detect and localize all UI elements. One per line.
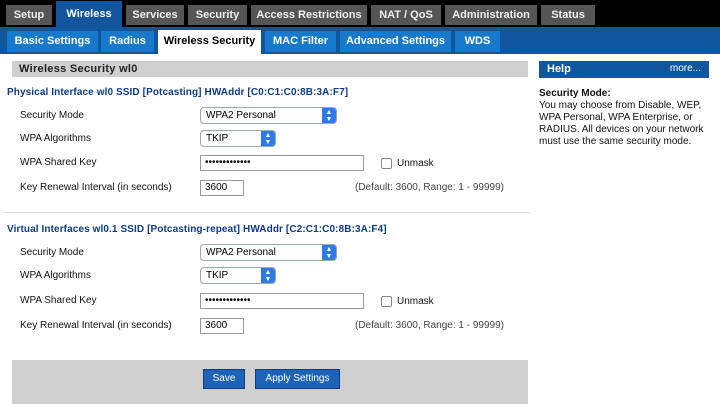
tab-status[interactable]: Status bbox=[541, 5, 595, 25]
wpa-algorithms-value: TKIP bbox=[206, 133, 229, 144]
virtual-interface-title: Virtual Interfaces wl0.1 SSID [Potcastin… bbox=[7, 224, 387, 235]
tab-nat-qos[interactable]: NAT / QoS bbox=[371, 5, 441, 25]
key-renewal-label: Key Renewal Interval (in seconds) bbox=[20, 182, 172, 193]
button-bar: Save Apply Settings bbox=[12, 360, 528, 404]
key-renewal-hint: (Default: 3600, Range: 1 - 99999) bbox=[355, 320, 504, 331]
security-mode-label: Security Mode bbox=[20, 110, 84, 121]
top-nav: Setup Wireless Services Security Access … bbox=[0, 0, 720, 27]
key-renewal-input[interactable]: 3600 bbox=[200, 318, 244, 334]
subtab-radius[interactable]: Radius bbox=[101, 31, 154, 52]
physical-interface-title: Physical Interface wl0 SSID [Potcasting]… bbox=[7, 87, 349, 98]
tab-services[interactable]: Services bbox=[126, 5, 184, 25]
sub-nav: Basic Settings Radius Wireless Security … bbox=[0, 27, 720, 54]
tab-access-restrictions[interactable]: Access Restrictions bbox=[251, 5, 367, 25]
security-mode-select[interactable]: WPA2 Personal ▲ ▼ bbox=[200, 244, 337, 261]
security-mode-value: WPA2 Personal bbox=[206, 110, 276, 121]
help-text: You may choose from Disable, WEP, WPA Pe… bbox=[539, 100, 704, 147]
subtab-wireless-security[interactable]: Wireless Security bbox=[158, 30, 261, 54]
tab-administration[interactable]: Administration bbox=[445, 5, 537, 25]
help-subtitle: Security Mode: bbox=[539, 88, 611, 99]
key-renewal-label: Key Renewal Interval (in seconds) bbox=[20, 320, 172, 331]
wpa-algorithms-select[interactable]: TKIP ▲ ▼ bbox=[200, 267, 276, 284]
key-renewal-input[interactable]: 3600 bbox=[200, 180, 244, 196]
subtab-wds[interactable]: WDS bbox=[455, 31, 500, 52]
wpa-algorithms-label: WPA Algorithms bbox=[20, 133, 91, 144]
unmask-checkbox[interactable] bbox=[381, 158, 392, 169]
chevron-updown-icon: ▲ ▼ bbox=[261, 268, 275, 283]
security-mode-label: Security Mode bbox=[20, 247, 84, 258]
wpa-shared-key-label: WPA Shared Key bbox=[20, 295, 97, 306]
wpa-algorithms-label: WPA Algorithms bbox=[20, 270, 91, 281]
chevron-updown-icon: ▲ ▼ bbox=[322, 245, 336, 260]
help-more-link[interactable]: more... bbox=[670, 63, 701, 74]
section-title: Wireless Security wl0 bbox=[12, 61, 528, 77]
unmask-checkbox[interactable] bbox=[381, 296, 392, 307]
security-mode-value: WPA2 Personal bbox=[206, 247, 276, 258]
key-renewal-hint: (Default: 3600, Range: 1 - 99999) bbox=[355, 182, 504, 193]
subtab-basic-settings[interactable]: Basic Settings bbox=[7, 31, 98, 52]
wpa-shared-key-input[interactable]: ••••••••••••• bbox=[200, 293, 364, 309]
wpa-algorithms-select[interactable]: TKIP ▲ ▼ bbox=[200, 130, 276, 147]
divider bbox=[5, 212, 530, 213]
tab-wireless[interactable]: Wireless bbox=[56, 1, 122, 27]
wpa-shared-key-input[interactable]: ••••••••••••• bbox=[200, 155, 364, 171]
help-header: Help more... bbox=[539, 61, 709, 78]
security-mode-select[interactable]: WPA2 Personal ▲ ▼ bbox=[200, 107, 337, 124]
tab-setup[interactable]: Setup bbox=[6, 5, 52, 25]
subtab-mac-filter[interactable]: MAC Filter bbox=[265, 31, 336, 52]
chevron-updown-icon: ▲ ▼ bbox=[261, 131, 275, 146]
unmask-label: Unmask bbox=[397, 296, 434, 307]
tab-security[interactable]: Security bbox=[188, 5, 247, 25]
save-button[interactable]: Save bbox=[203, 369, 245, 389]
chevron-updown-icon: ▲ ▼ bbox=[322, 108, 336, 123]
subtab-advanced-settings[interactable]: Advanced Settings bbox=[340, 31, 451, 52]
apply-settings-button[interactable]: Apply Settings bbox=[255, 369, 340, 389]
help-title: Help bbox=[547, 63, 571, 75]
unmask-label: Unmask bbox=[397, 158, 434, 169]
wpa-shared-key-label: WPA Shared Key bbox=[20, 157, 97, 168]
wpa-algorithms-value: TKIP bbox=[206, 270, 229, 281]
